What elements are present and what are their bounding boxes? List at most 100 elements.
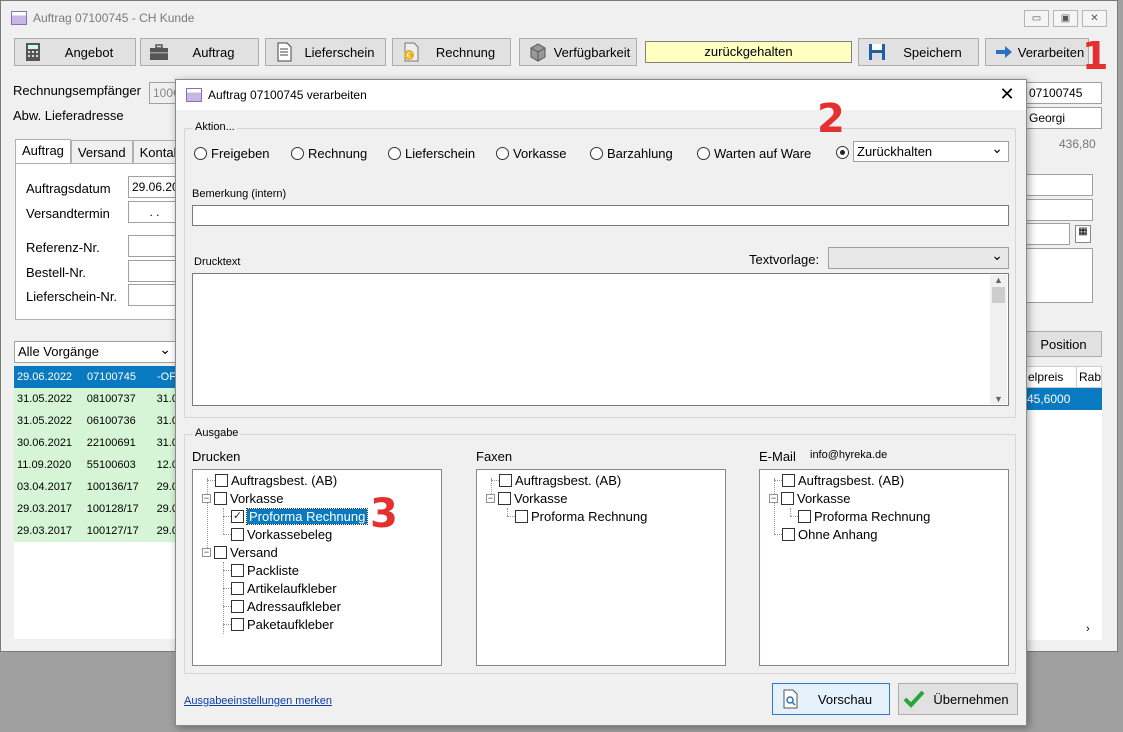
tab-versand[interactable]: Versand <box>70 140 133 164</box>
tree-item-auftragsbest[interactable]: Auftragsbest. (AB) <box>499 471 621 489</box>
tree-item-vorkasse[interactable]: − Vorkasse <box>202 489 283 507</box>
rechnungsempfaenger-label: Rechnungsempfänger <box>13 83 141 98</box>
auftragsdatum-field[interactable]: 29.06.20 <box>128 176 179 198</box>
calculator-icon <box>26 43 40 61</box>
minimize-button[interactable]: ▭ <box>1024 10 1049 27</box>
referenz-field[interactable] <box>128 235 178 257</box>
drucktext-scrollbar[interactable]: ▲ ▼ <box>990 275 1007 404</box>
auftrag-button[interactable]: Auftrag <box>140 38 259 66</box>
faxen-label: Faxen <box>476 449 513 464</box>
tree-item-proforma-rechnung[interactable]: Proforma Rechnung <box>515 507 647 525</box>
preview-icon <box>783 689 798 709</box>
radio-lieferschein[interactable]: Lieferschein <box>388 146 475 161</box>
document-icon <box>277 42 292 62</box>
tree-item-vorkassebeleg[interactable]: Vorkassebeleg <box>231 525 332 543</box>
tree-item-proforma-rechnung[interactable]: Proforma Rechnung <box>798 507 930 525</box>
tree-item-auftragsbest[interactable]: Auftragsbest. (AB) <box>215 471 337 489</box>
lieferschein-nr-label: Lieferschein-Nr. <box>26 289 118 304</box>
table-row[interactable]: 29.06.2022 07100745 -OF <box>14 366 178 388</box>
table-row[interactable]: 29.03.2017 100128/17 29.0 <box>14 498 178 520</box>
scroll-right-arrow[interactable]: › <box>1086 623 1090 635</box>
radio-vorkasse[interactable]: Vorkasse <box>496 146 566 161</box>
speichern-button[interactable]: Speichern <box>858 38 979 66</box>
radio-barzahlung[interactable]: Barzahlung <box>590 146 673 161</box>
table-row[interactable]: 30.06.2021 22100691 31.0 <box>14 432 178 454</box>
svg-text:€: € <box>407 51 412 60</box>
close-window-button[interactable]: ✕ <box>1082 10 1107 27</box>
bemerkung-input[interactable] <box>192 205 1009 226</box>
right-notes[interactable] <box>1025 248 1093 303</box>
bemerkung-label: Bemerkung (intern) <box>192 188 287 200</box>
tree-item-auftragsbest[interactable]: Auftragsbest. (AB) <box>782 471 904 489</box>
app-icon <box>11 11 27 25</box>
referenz-label: Referenz-Nr. <box>26 240 100 255</box>
arrow-right-icon <box>996 46 1012 58</box>
position-button[interactable]: Position <box>1025 331 1102 357</box>
amount-value: 436,80 <box>1059 137 1096 151</box>
textvorlage-label: Textvorlage: <box>749 252 820 267</box>
drucken-tree: Auftragsbest. (AB) − Vorkasse ✓ Proforma R… <box>192 469 442 666</box>
right-spinner[interactable] <box>1025 223 1070 245</box>
radio-rechnung[interactable]: Rechnung <box>291 146 367 161</box>
ausgabe-label: Ausgabe <box>193 427 241 439</box>
angebot-button[interactable]: Angebot <box>14 38 136 66</box>
tab-bar: Auftrag Versand Kontakt <box>15 139 191 164</box>
table-row[interactable]: 03.04.2017 100136/17 29.0 <box>14 476 178 498</box>
email-label: E-Mail <box>759 449 796 464</box>
name-field[interactable]: Georgi <box>1025 107 1102 129</box>
close-icon[interactable]: ✕ <box>996 84 1018 105</box>
bestell-field[interactable] <box>128 260 178 282</box>
tree-item-artikelaufkleber[interactable]: Artikelaufkleber <box>231 579 337 597</box>
auftrag-label: Auftrag <box>192 44 235 60</box>
rechnung-button[interactable]: € Rechnung <box>392 38 511 66</box>
tree-item-packliste[interactable]: Packliste <box>231 561 299 579</box>
tree-item-vorkasse[interactable]: − Vorkasse <box>486 489 567 507</box>
textvorlage-select[interactable] <box>828 245 1009 269</box>
lieferschein-nr-field[interactable] <box>128 284 178 306</box>
briefcase-icon <box>150 44 168 60</box>
verfuegbarkeit-button[interactable]: Verfügbarkeit <box>519 38 637 66</box>
table-row[interactable]: 31.05.2022 08100737 31.0 <box>14 388 178 410</box>
zurueckhalten-select[interactable]: Zurückhalten <box>853 139 1009 162</box>
annotation-2: 2 <box>817 96 845 142</box>
right-dropdown-2[interactable] <box>1025 199 1093 221</box>
selected-position-row[interactable]: 45,6000 <box>1025 388 1102 410</box>
radio-freigeben[interactable]: Freigeben <box>194 146 270 161</box>
table-row[interactable]: 31.05.2022 06100736 31.0 <box>14 410 178 432</box>
lieferschein-label: Lieferschein <box>304 44 375 60</box>
drucktext-textarea[interactable]: ▲ ▼ <box>192 273 1009 406</box>
tree-item-adressaufkleber[interactable]: Adressaufkleber <box>231 597 341 615</box>
radio-warten-auf-ware[interactable]: Warten auf Ware <box>697 146 811 161</box>
annotation-3: 3 <box>370 491 398 537</box>
tree-item-ohne-anhang[interactable]: Ohne Anhang <box>782 525 878 543</box>
email-tree: Auftragsbest. (AB) − Vorkasse Proforma Re… <box>759 469 1009 666</box>
table-row[interactable]: 11.09.2020 55100603 12.0 <box>14 454 178 476</box>
order-number-field[interactable]: 07100745 <box>1025 82 1102 104</box>
tab-auftrag[interactable]: Auftrag <box>15 139 71 164</box>
verarbeiten-button[interactable]: Verarbeiten <box>985 38 1089 66</box>
vorschau-button[interactable]: Vorschau <box>772 683 890 715</box>
tree-item-vorkasse[interactable]: − Vorkasse <box>769 489 850 507</box>
vorgaenge-filter[interactable]: Alle Vorgänge <box>14 339 177 363</box>
lieferschein-button[interactable]: Lieferschein <box>265 38 386 66</box>
radio-zurueckhalten[interactable] <box>836 146 853 159</box>
versandtermin-field[interactable]: . . <box>128 201 178 223</box>
tree-item-paketaufkleber[interactable]: Paketaufkleber <box>231 615 334 633</box>
dialog-title: Auftrag 07100745 verarbeiten <box>208 88 367 102</box>
maximize-button[interactable]: ▣ <box>1053 10 1078 27</box>
abw-lieferadresse-label: Abw. Lieferadresse <box>13 108 124 123</box>
table-row[interactable]: 29.03.2017 100127/17 29.0 <box>14 520 178 542</box>
calendar-icon[interactable]: ▦ <box>1075 225 1091 243</box>
dialog-title-bar: Auftrag 07100745 verarbeiten ✕ <box>176 80 1026 110</box>
vorgaenge-list: 29.06.2022 07100745 -OF 31.05.2022 08100737… <box>14 366 178 639</box>
angebot-label: Angebot <box>64 44 114 60</box>
rechnung-label: Rechnung <box>435 44 496 60</box>
box-icon <box>530 43 546 62</box>
right-dropdown-1[interactable] <box>1025 174 1093 196</box>
tree-item-versand[interactable]: − Versand <box>202 543 278 561</box>
uebernehmen-button[interactable]: Übernehmen <box>898 683 1018 715</box>
ausgabeeinstellungen-merken-link[interactable]: Ausgabeeinstellungen merken <box>184 695 332 707</box>
checkmark-icon: ✓ <box>231 509 244 523</box>
tree-item-proforma-rechnung[interactable]: ✓ Proforma Rechnung <box>231 507 369 525</box>
column-header-rabatt[interactable]: Rab <box>1076 366 1102 388</box>
